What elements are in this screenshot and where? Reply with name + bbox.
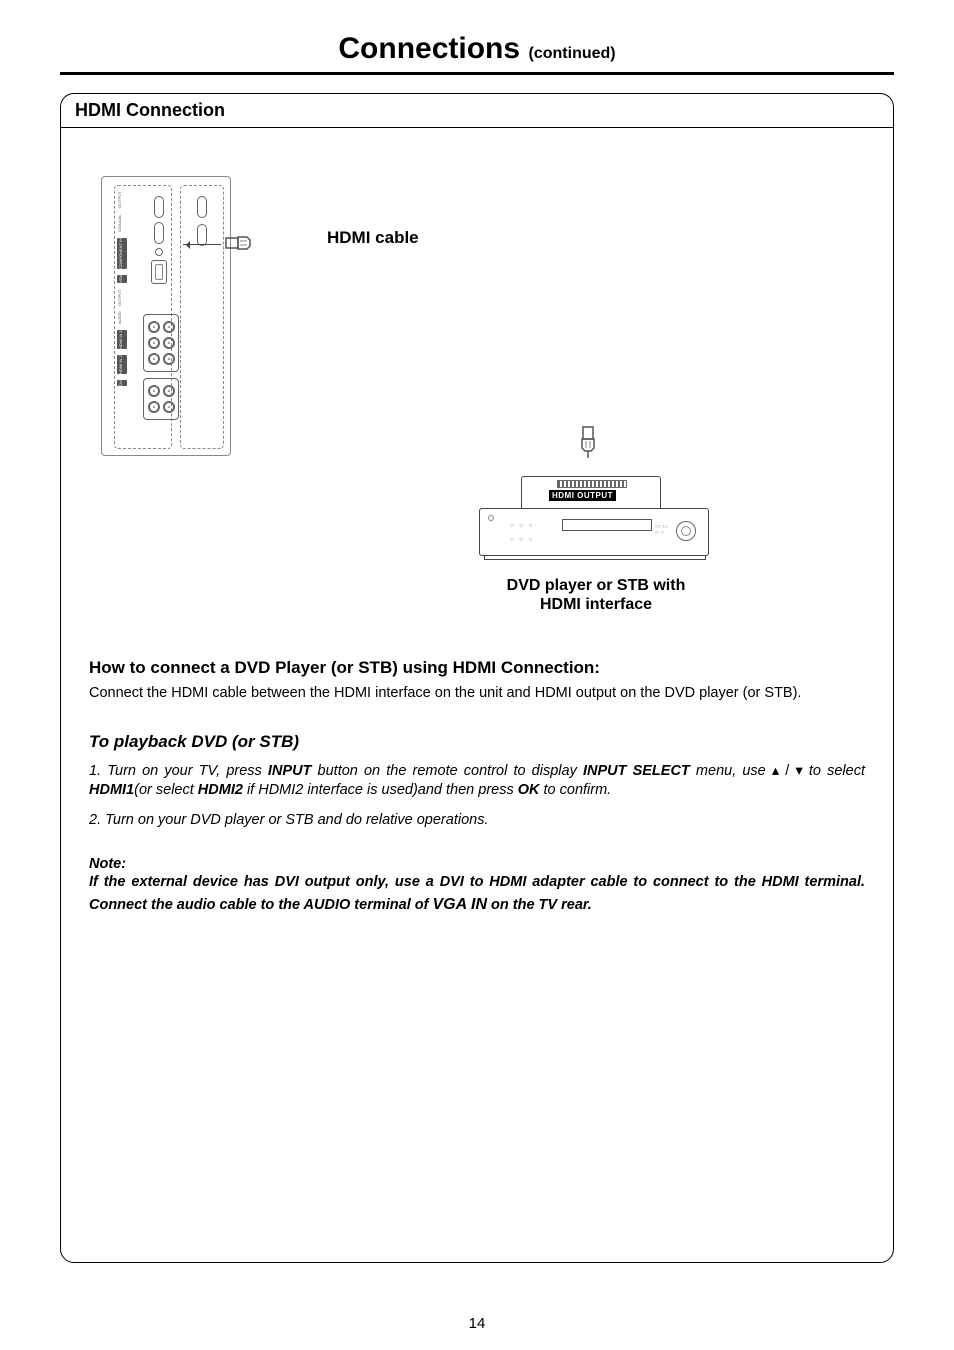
dvd-disc-tray-icon bbox=[562, 519, 652, 531]
dvd-power-led-icon bbox=[488, 515, 494, 521]
step1-part-g: to confirm. bbox=[540, 782, 612, 798]
rca-jack-icon bbox=[163, 401, 175, 413]
note-label: Note: bbox=[89, 856, 865, 872]
tv-port-column-left: DVI HDMI IN 2 HDMI IN 1 AUDIO OUTPUT VGA… bbox=[114, 185, 172, 449]
dvd-buttons-row2-icon: ○ ○ ○ bbox=[510, 537, 534, 543]
label-output-2: OUTPUT bbox=[117, 192, 127, 208]
panel-header: HDMI Connection bbox=[61, 94, 893, 128]
step1-input-kw: INPUT bbox=[268, 763, 312, 779]
note-part-b: on the TV rear. bbox=[487, 897, 592, 913]
dvd-buttons-row-icon: ○ ○ ○ bbox=[510, 523, 534, 529]
audio-out-jack-icon bbox=[155, 248, 163, 256]
step1-hdmi1-kw: HDMI1 bbox=[89, 782, 134, 798]
page-number: 14 bbox=[0, 1315, 954, 1332]
hdmi1-port-icon bbox=[154, 222, 164, 244]
vga-port-icon bbox=[151, 260, 167, 284]
step1-part-f: if HDMI2 interface is used)and then pres… bbox=[243, 782, 518, 798]
dvd-caption-line2: HDMI interface bbox=[540, 596, 652, 613]
how-to-connect-text: Connect the HDMI cable between the HDMI … bbox=[89, 684, 865, 704]
rca-jack-icon bbox=[148, 321, 160, 333]
dvd-caption: DVD player or STB with HDMI interface bbox=[491, 576, 701, 614]
dvd-player: ○ ○ ○ ○ ○ ○ ▭ ▭○ ○ bbox=[479, 508, 709, 570]
step1-select-kw: INPUT SELECT bbox=[583, 763, 690, 779]
text-content: How to connect a DVD Player (or STB) usi… bbox=[61, 658, 893, 916]
note-vga-in-kw: VGA IN bbox=[432, 896, 487, 913]
page-title: Connections bbox=[338, 32, 520, 65]
note-body: If the external device has DVI output on… bbox=[89, 872, 865, 916]
arrow-line-icon bbox=[183, 244, 221, 245]
hdmi-connection-panel: HDMI Connection DVI HDMI IN 2 HDMI IN 1 … bbox=[60, 93, 894, 1263]
rca-jack-icon bbox=[163, 321, 175, 333]
dvd-jog-dial-icon bbox=[676, 521, 696, 541]
label-component-in: COMPONENT IN bbox=[117, 238, 127, 269]
up-down-arrow-icon: ▴ / ▾ bbox=[772, 763, 803, 779]
hdmi2-port-icon bbox=[154, 196, 164, 218]
component-rca-frame bbox=[143, 314, 179, 372]
step1-part-a: 1. Turn on your TV, press bbox=[89, 763, 268, 779]
step1-ok-kw: OK bbox=[518, 782, 540, 798]
dvd-base-icon bbox=[484, 556, 706, 560]
tv-ports bbox=[149, 192, 169, 288]
label-hdmi-in-2: HDMI IN 2 bbox=[117, 355, 127, 374]
rca-jack-icon bbox=[148, 401, 160, 413]
label-dvi: DVI bbox=[117, 380, 127, 387]
hdmi-arrow bbox=[183, 224, 343, 226]
rca-jack-icon bbox=[163, 353, 175, 365]
hdmi-plug-icon bbox=[225, 232, 251, 254]
step1-part-e: (or select bbox=[134, 782, 198, 798]
label-coaxial: COAXIAL bbox=[117, 214, 127, 231]
hdmi2-port-right-icon bbox=[197, 196, 207, 218]
step-2: 2. Turn on your DVD player or STB and do… bbox=[89, 811, 865, 831]
dvd-indicator-icon: ▭ ▭○ ○ bbox=[655, 523, 668, 536]
rca-jack-icon bbox=[163, 385, 175, 397]
step1-part-c: menu, use bbox=[690, 763, 772, 779]
page-title-wrap: Connections (continued) bbox=[60, 32, 894, 66]
label-audio: AUDIO bbox=[117, 312, 127, 325]
step1-hdmi2-kw: HDMI2 bbox=[198, 782, 243, 798]
dvd-hdmi-port-icon bbox=[557, 480, 627, 488]
step1-part-b: button on the remote control to display bbox=[311, 763, 583, 779]
rca-jack-icon bbox=[148, 385, 160, 397]
tv-port-labels: DVI HDMI IN 2 HDMI IN 1 AUDIO OUTPUT VGA… bbox=[117, 192, 127, 442]
rca-jack-icon bbox=[148, 337, 160, 349]
dvd-hdmi-output-label: HDMI OUTPUT bbox=[549, 490, 616, 501]
rca-jack-icon bbox=[148, 353, 160, 365]
step1-part-d: to select bbox=[803, 763, 865, 779]
title-divider bbox=[60, 72, 894, 75]
hdmi-cable-label: HDMI cable bbox=[327, 228, 419, 248]
hdmi-plug-vertical-icon bbox=[577, 426, 599, 458]
step-1: 1. Turn on your TV, press INPUT button o… bbox=[89, 762, 865, 801]
tv-rear-panel: DVI HDMI IN 2 HDMI IN 1 AUDIO OUTPUT VGA… bbox=[101, 176, 231, 456]
label-output: OUTPUT bbox=[117, 289, 127, 305]
rca-block bbox=[143, 314, 179, 426]
coaxial-rca-frame bbox=[143, 378, 179, 420]
to-playback-heading: To playback DVD (or STB) bbox=[89, 732, 865, 752]
label-vga: VGA bbox=[117, 275, 127, 283]
how-to-connect-heading: How to connect a DVD Player (or STB) usi… bbox=[89, 658, 865, 678]
label-hdmi-in-1: HDMI IN 1 bbox=[117, 330, 127, 349]
dvd-caption-line1: DVD player or STB with bbox=[507, 577, 686, 594]
connection-diagram: DVI HDMI IN 2 HDMI IN 1 AUDIO OUTPUT VGA… bbox=[61, 128, 893, 648]
dvd-player-front: ○ ○ ○ ○ ○ ○ ▭ ▭○ ○ bbox=[479, 508, 709, 556]
page-title-continued: (continued) bbox=[529, 45, 616, 62]
hdmi1-port-right-icon bbox=[197, 224, 207, 246]
rca-jack-icon bbox=[163, 337, 175, 349]
